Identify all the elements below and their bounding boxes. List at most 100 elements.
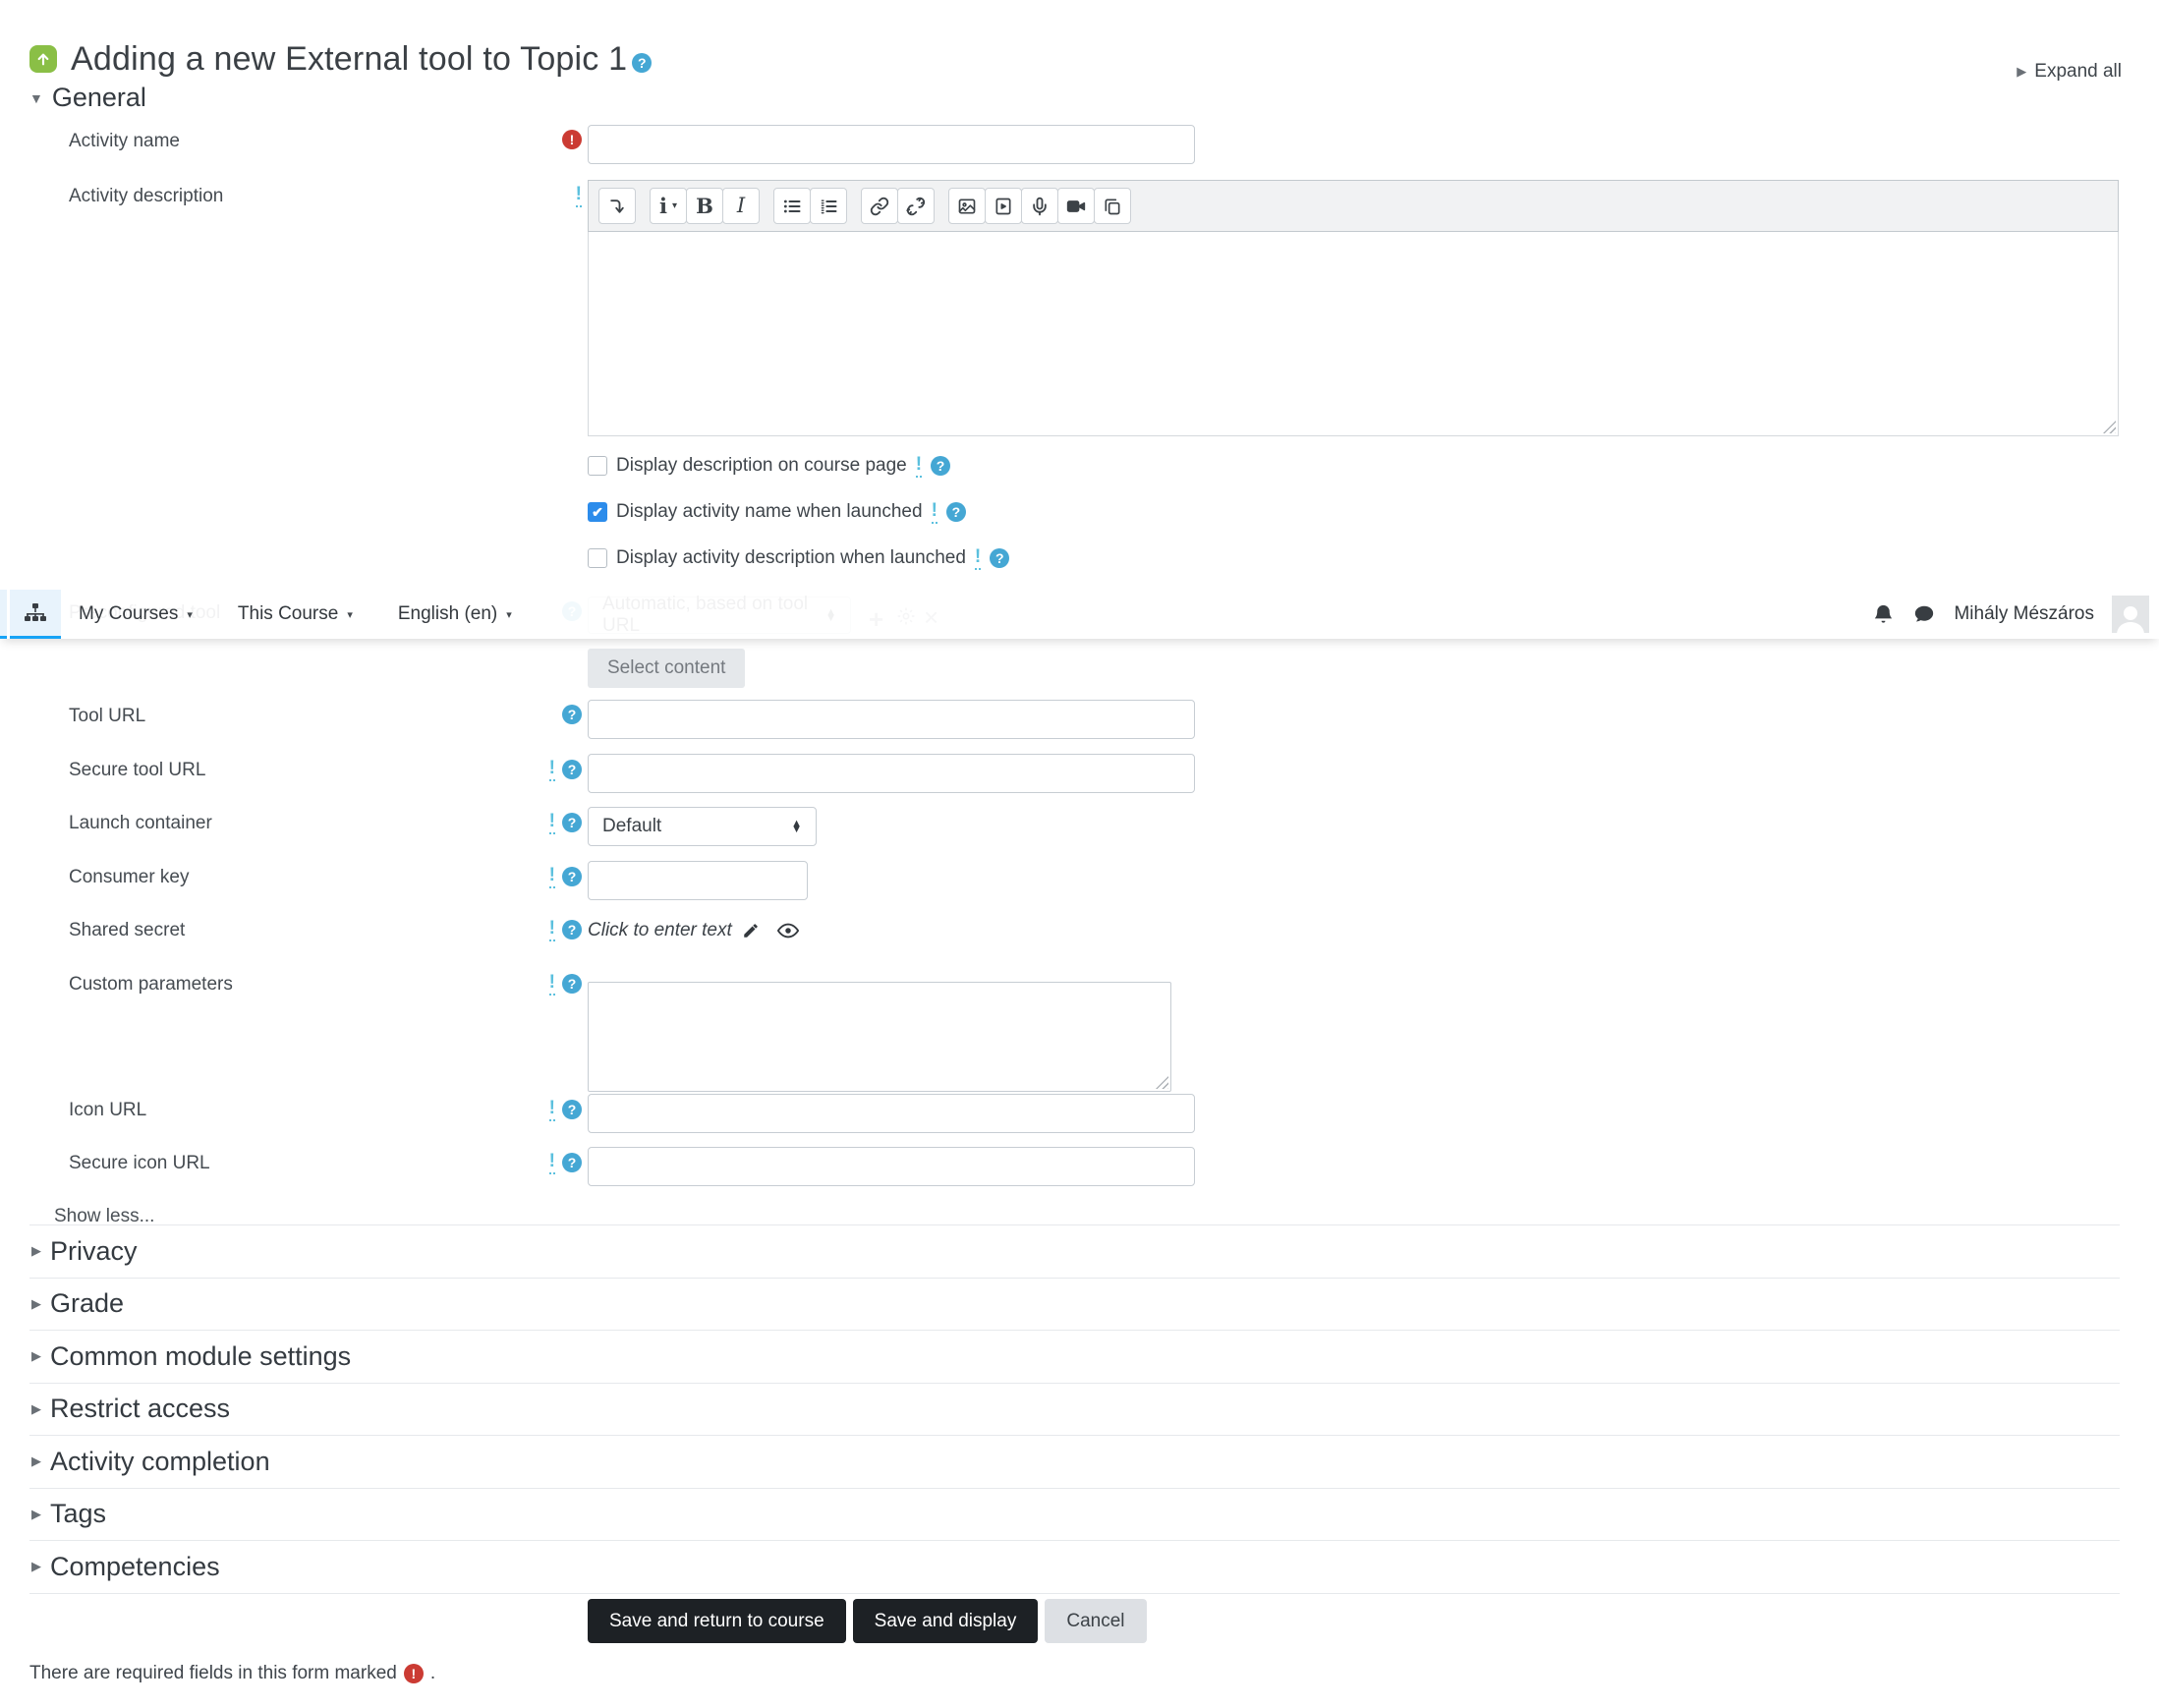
secure-icon-url-input[interactable]	[588, 1147, 1195, 1186]
custom-parameters-textarea[interactable]	[588, 982, 1171, 1092]
save-and-display-button[interactable]: Save and display	[852, 1599, 1039, 1643]
activity-name-input[interactable]	[588, 125, 1195, 164]
section-common-module-settings[interactable]: ▶ Common module settings	[29, 1331, 2120, 1384]
text-style-icon[interactable]: i ▾	[650, 188, 687, 224]
ordered-list-icon[interactable]	[810, 188, 847, 224]
section-label: Common module settings	[50, 1340, 352, 1371]
form-actions: Save and return to course Save and displ…	[588, 1599, 1147, 1643]
resize-handle[interactable]	[2103, 421, 2116, 433]
chevron-down-icon: ▾	[506, 608, 512, 621]
section-competencies[interactable]: ▶ Competencies	[29, 1541, 2120, 1594]
triangle-right-icon: ▶	[31, 1506, 41, 1521]
nav-tab-partial[interactable]	[0, 590, 7, 639]
section-grade[interactable]: ▶ Grade	[29, 1279, 2120, 1331]
section-label: Activity completion	[50, 1446, 270, 1476]
unlink-icon[interactable]	[897, 188, 935, 224]
custom-parameters-label: Custom parameters	[69, 974, 233, 995]
secure-tool-url-input[interactable]	[588, 754, 1195, 793]
info-icon[interactable]: !	[548, 812, 555, 834]
nav-menu-language[interactable]: English (en) ▾	[398, 603, 512, 625]
messages-icon[interactable]	[1912, 603, 1936, 625]
checkbox-row-display-description: ✔ Display description on course page ! ?	[588, 455, 951, 478]
nav-menu-my-courses[interactable]: My Courses ▾	[79, 603, 193, 625]
help-icon[interactable]: ?	[562, 705, 582, 724]
help-icon[interactable]: ?	[562, 920, 582, 940]
user-name[interactable]: Mihály Mészáros	[1954, 603, 2094, 625]
activity-name-label: Activity name	[69, 131, 180, 151]
sitemap-icon[interactable]	[10, 590, 61, 639]
checkbox-label: Display activity name when launched	[616, 501, 923, 523]
save-and-return-button[interactable]: Save and return to course	[588, 1599, 846, 1643]
info-icon[interactable]: !	[548, 1099, 555, 1121]
expand-all-link[interactable]: ▶ Expand all	[2017, 61, 2122, 83]
help-icon[interactable]: ?	[562, 1153, 582, 1173]
editor-textarea[interactable]	[588, 232, 2119, 436]
manage-files-icon[interactable]	[1094, 188, 1131, 224]
help-icon[interactable]: ?	[931, 456, 951, 477]
section-privacy[interactable]: ▶ Privacy	[29, 1225, 2120, 1279]
info-icon[interactable]: !	[915, 455, 923, 478]
avatar[interactable]	[2112, 596, 2149, 633]
section-label: Competencies	[50, 1551, 220, 1581]
checkbox[interactable]: ✔	[588, 502, 607, 523]
cancel-button[interactable]: Cancel	[1045, 1599, 1147, 1643]
activity-description-label: Activity description	[69, 186, 224, 206]
required-fields-note: There are required fields in this form m…	[29, 1663, 435, 1684]
info-icon[interactable]: !	[548, 919, 555, 941]
section-general[interactable]: ▼ General	[29, 83, 146, 113]
info-icon[interactable]: !	[575, 185, 582, 207]
eye-icon[interactable]	[776, 923, 799, 939]
help-icon[interactable]: ?	[990, 548, 1010, 569]
help-icon[interactable]: ?	[632, 53, 653, 74]
toolbar-toggle-icon[interactable]	[598, 188, 636, 224]
tool-url-input[interactable]	[588, 700, 1195, 739]
edit-pencil-icon[interactable]	[742, 922, 760, 939]
help-icon[interactable]: ?	[562, 1100, 582, 1120]
triangle-right-icon: ▶	[31, 1559, 41, 1574]
unordered-list-icon[interactable]	[773, 188, 811, 224]
info-icon[interactable]: !	[548, 1152, 555, 1174]
external-tool-icon	[29, 45, 57, 74]
required-icon[interactable]: !	[562, 130, 582, 149]
section-restrict-access[interactable]: ▶ Restrict access	[29, 1384, 2120, 1436]
help-icon[interactable]: ?	[945, 502, 966, 523]
launch-container-select[interactable]: Default ▲ ▼	[588, 807, 817, 846]
section-activity-completion[interactable]: ▶ Activity completion	[29, 1436, 2120, 1489]
info-icon[interactable]: !	[931, 501, 937, 524]
italic-icon[interactable]: I	[722, 188, 760, 224]
nav-menu-this-course[interactable]: This Course ▾	[238, 603, 353, 625]
help-icon[interactable]: ?	[562, 813, 582, 833]
info-icon[interactable]: !	[548, 759, 555, 781]
checkbox-row-display-activity-name: ✔ Display activity name when launched ! …	[588, 501, 966, 524]
triangle-right-icon: ▶	[2017, 64, 2027, 79]
record-video-icon[interactable]	[1057, 188, 1095, 224]
checkbox[interactable]: ✔	[588, 456, 607, 477]
required-icon: !	[403, 1664, 424, 1683]
section-tags[interactable]: ▶ Tags	[29, 1489, 2120, 1541]
select-content-button[interactable]: Select content	[588, 649, 746, 688]
page-title: Adding a new External tool to Topic 1	[71, 39, 628, 78]
icon-url-input[interactable]	[588, 1094, 1195, 1133]
consumer-key-input[interactable]	[588, 861, 808, 900]
insert-image-icon[interactable]	[948, 188, 986, 224]
checkbox-row-display-activity-description: ✔ Display activity description when laun…	[588, 547, 1010, 570]
insert-media-icon[interactable]	[985, 188, 1022, 224]
checkbox[interactable]: ✔	[588, 548, 607, 569]
chevron-down-icon: ▾	[187, 608, 193, 621]
checkbox-label: Display activity description when launch…	[616, 547, 966, 569]
info-icon[interactable]: !	[548, 866, 555, 888]
record-audio-icon[interactable]	[1021, 188, 1058, 224]
bold-icon[interactable]: B	[686, 188, 723, 224]
info-icon[interactable]: !	[548, 973, 555, 996]
checkbox-label: Display description on course page	[616, 455, 907, 477]
shared-secret-value[interactable]: Click to enter text	[588, 920, 732, 941]
info-icon[interactable]: !	[974, 547, 982, 570]
triangle-right-icon: ▶	[31, 1348, 41, 1364]
notifications-bell-icon[interactable]	[1872, 603, 1895, 626]
secure-tool-url-label: Secure tool URL	[69, 760, 206, 780]
help-icon[interactable]: ?	[562, 760, 582, 780]
help-icon[interactable]: ?	[562, 974, 582, 995]
resize-handle[interactable]	[1156, 1076, 1168, 1089]
help-icon[interactable]: ?	[562, 867, 582, 887]
link-icon[interactable]	[861, 188, 898, 224]
